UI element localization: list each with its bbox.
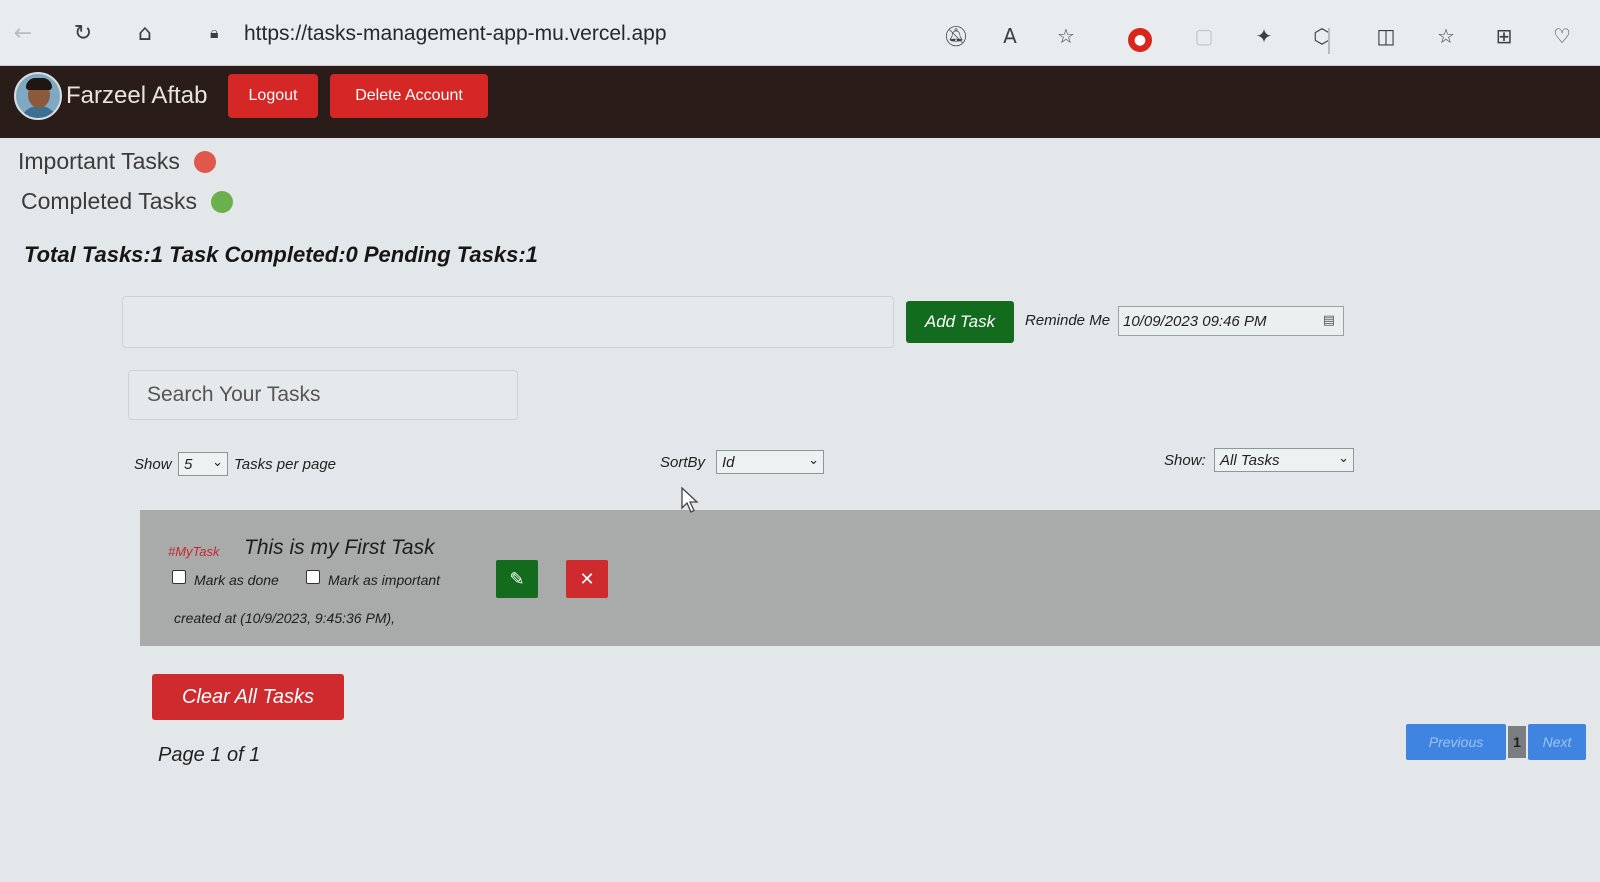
add-task-button[interactable]: Add Task [906,301,1014,343]
main-content: Important Tasks Completed Tasks Total Ta… [0,138,1600,882]
page-info: Page 1 of 1 [158,744,261,766]
legend-important-label: Important Tasks [18,148,180,174]
task-tag: #MyTask [168,544,220,559]
completed-dot-icon [211,190,233,213]
chevron-down-icon: ⌄ [212,455,223,470]
per-page-suffix: Tasks per page [234,456,337,473]
delete-account-button[interactable]: Delete Account [330,74,488,118]
chevron-down-icon: ⌄ [1338,451,1349,466]
close-icon: ✕ [579,568,595,590]
avatar-hair [26,78,52,90]
filter-select[interactable]: All Tasks ⌄ [1214,448,1354,472]
per-page-select[interactable]: 5 ⌄ [178,452,228,476]
sort-select[interactable]: Id ⌄ [716,450,824,474]
task-created-at: created at (10/9/2023, 9:45:36 PM), [174,610,396,626]
favorites-icon[interactable]: ☆ [1432,22,1460,50]
home-icon[interactable]: ⌂ [130,18,160,48]
remind-me-label: Reminde Me [1025,312,1111,329]
username: Farzeel Aftab [66,82,208,109]
edit-task-button[interactable]: ✎ [496,560,538,598]
search-placeholder: Search Your Tasks [147,383,321,406]
sort-label: SortBy [660,454,706,471]
app-header: Farzeel Aftab Logout Delete Account [0,66,1600,138]
mouse-cursor-icon [681,486,699,513]
extensions-icon[interactable]: ⬡ [1308,22,1336,50]
important-dot-icon [193,150,216,173]
logout-button[interactable]: Logout [228,74,318,118]
current-page[interactable]: 1 [1508,726,1526,758]
legend-completed: Completed Tasks [21,188,233,215]
mute-icon[interactable]: 🔕︎ [942,22,970,50]
favorite-star-icon[interactable]: ☆ [1052,22,1080,50]
filter-value: All Tasks [1220,451,1280,469]
new-task-input[interactable] [122,296,894,348]
chevron-down-icon: ⌄ [808,453,819,468]
refresh-icon[interactable]: ↻ [68,18,98,48]
task-title: This is my First Task [244,536,435,559]
filter-label: Show: [1164,452,1206,469]
pencil-icon: ✎ [509,568,525,590]
tab-icon[interactable]: ▢ [1190,22,1218,50]
mark-done-checkbox[interactable] [172,570,186,584]
mark-done-label[interactable]: Mark as done [194,572,279,588]
task-stats: Total Tasks:1 Task Completed:0 Pending T… [24,242,538,267]
lock-icon[interactable]: 🔒︎ [210,23,228,45]
avatar[interactable] [14,72,62,120]
show-label: Show [134,456,172,473]
previous-page-button[interactable]: Previous [1406,724,1506,760]
next-page-button[interactable]: Next [1528,724,1586,760]
split-screen-icon[interactable]: ◫ [1372,22,1400,50]
legend-important: Important Tasks [18,148,216,175]
back-icon[interactable]: ← [8,18,38,48]
extension-red-icon[interactable]: ● [1128,28,1152,52]
read-aloud-letter: A [1003,24,1017,48]
collections-icon[interactable]: ⊞ [1490,22,1518,50]
avatar-shirt [20,106,58,118]
sparkle-icon[interactable]: ✦ [1250,22,1278,50]
reminder-datetime-value: 10/09/2023 09:46 PM [1123,312,1267,330]
toolbar-divider [1328,28,1330,54]
search-input[interactable]: Search Your Tasks [128,370,518,420]
mark-important-checkbox[interactable] [306,570,320,584]
heart-health-icon[interactable]: ♡ [1548,22,1576,50]
clear-all-tasks-button[interactable]: Clear All Tasks [152,674,344,720]
mark-important-label[interactable]: Mark as important [328,572,440,588]
task-card: #MyTask This is my First Task Mark as do… [140,510,1600,646]
reminder-datetime-input[interactable]: 10/09/2023 09:46 PM ▤ [1118,306,1344,336]
legend-completed-label: Completed Tasks [21,188,197,214]
calendar-icon[interactable]: ▤ [1323,313,1335,328]
delete-task-button[interactable]: ✕ [566,560,608,598]
url-text[interactable]: https://tasks-management-app-mu.vercel.a… [244,22,667,46]
browser-toolbar: ← ↻ ⌂ 🔒︎ https://tasks-management-app-mu… [0,0,1600,66]
sort-value: Id [722,453,735,471]
per-page-value: 5 [184,455,193,473]
read-aloud-icon[interactable]: A [996,22,1024,50]
